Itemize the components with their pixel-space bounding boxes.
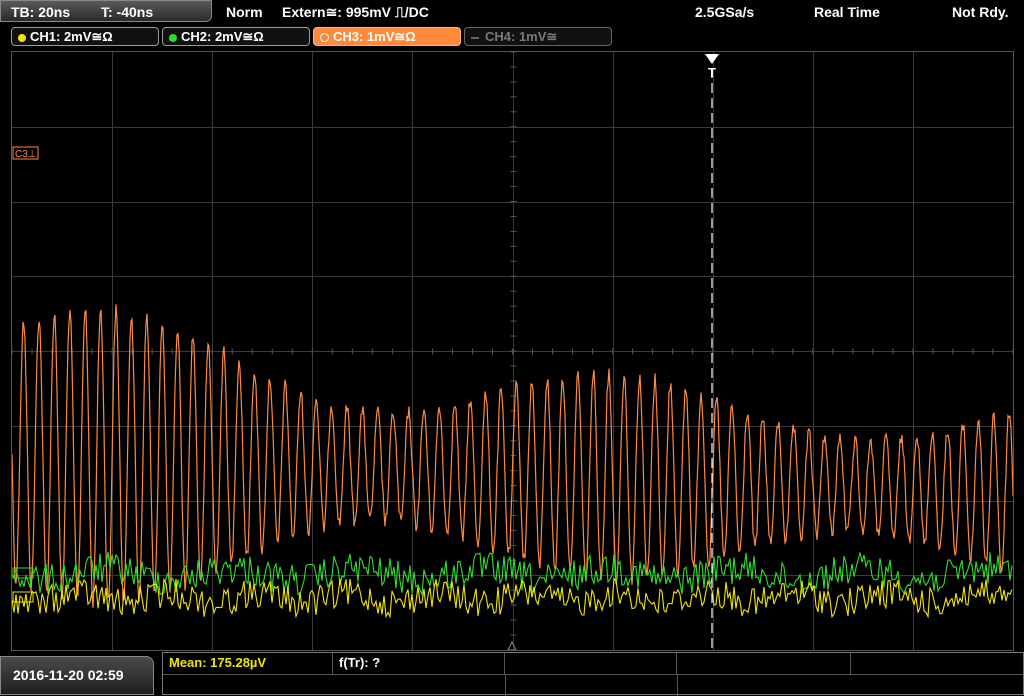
ch3-reference-marker[interactable]: C3⊥ [12,146,39,160]
trigger-time-label[interactable]: T: -40ns [101,4,153,20]
channel-bar: CH1: 2mV≅Ω CH2: 2mV≅Ω CH3: 1mV≅Ω CH4: 1m… [0,26,1024,48]
bottom-bar: 2016-11-20 02:59 Mean: 175.28µV f(Tr): ? [0,652,1024,696]
datetime-display: 2016-11-20 02:59 [0,656,154,695]
measurement-panel[interactable]: Mean: 175.28µV f(Tr): ? [162,652,1024,696]
trigger-arrow-icon [705,54,719,64]
acquisition-mode-label[interactable]: Real Time [814,4,880,20]
channel-4-indicator-icon [471,36,479,39]
sample-rate-label[interactable]: 2.5GSa/s [695,4,754,20]
run-status-label: Not Rdy. [952,4,1009,20]
measurement-slot-5[interactable] [851,653,1023,674]
channel-2-indicator-icon [169,33,177,42]
frequency-measurement[interactable]: f(Tr): ? [333,653,505,674]
measurement-slot-4[interactable] [677,653,851,674]
channel-4-button[interactable]: CH4: 1mV≅ [464,27,612,46]
trigger-source-label[interactable]: Extern≅: 995mV ⎍/DC [282,4,429,21]
status-bar: TB: 20ns T: -40ns Norm Extern≅: 995mV ⎍/… [0,0,1024,24]
ch3-reference-label: C3⊥ [15,149,37,160]
waveform-canvas[interactable]: T C3⊥ [12,52,1013,650]
channel-2-button[interactable]: CH2: 2mV≅Ω [162,27,310,46]
timebase-box[interactable]: TB: 20ns T: -40ns [0,0,212,22]
datetime-label: 2016-11-20 02:59 [13,667,124,683]
mean-measurement[interactable]: Mean: 175.28µV [163,653,333,674]
channel-1-indicator-icon [18,33,26,42]
channel-3-button[interactable]: CH3: 1mV≅Ω [313,27,461,46]
ch1-waveform [12,577,1013,619]
timebase-label[interactable]: TB: 20ns [11,4,70,20]
trigger-marker-label: T [708,65,716,80]
waveform-display[interactable]: T C3⊥ [11,51,1014,651]
trigger-mode-label[interactable]: Norm [226,4,263,20]
measurement-slot-3[interactable] [505,653,677,674]
channel-1-button[interactable]: CH1: 2mV≅Ω [11,27,159,46]
horizontal-position-icon[interactable] [507,640,517,650]
channel-3-indicator-icon [320,33,329,43]
